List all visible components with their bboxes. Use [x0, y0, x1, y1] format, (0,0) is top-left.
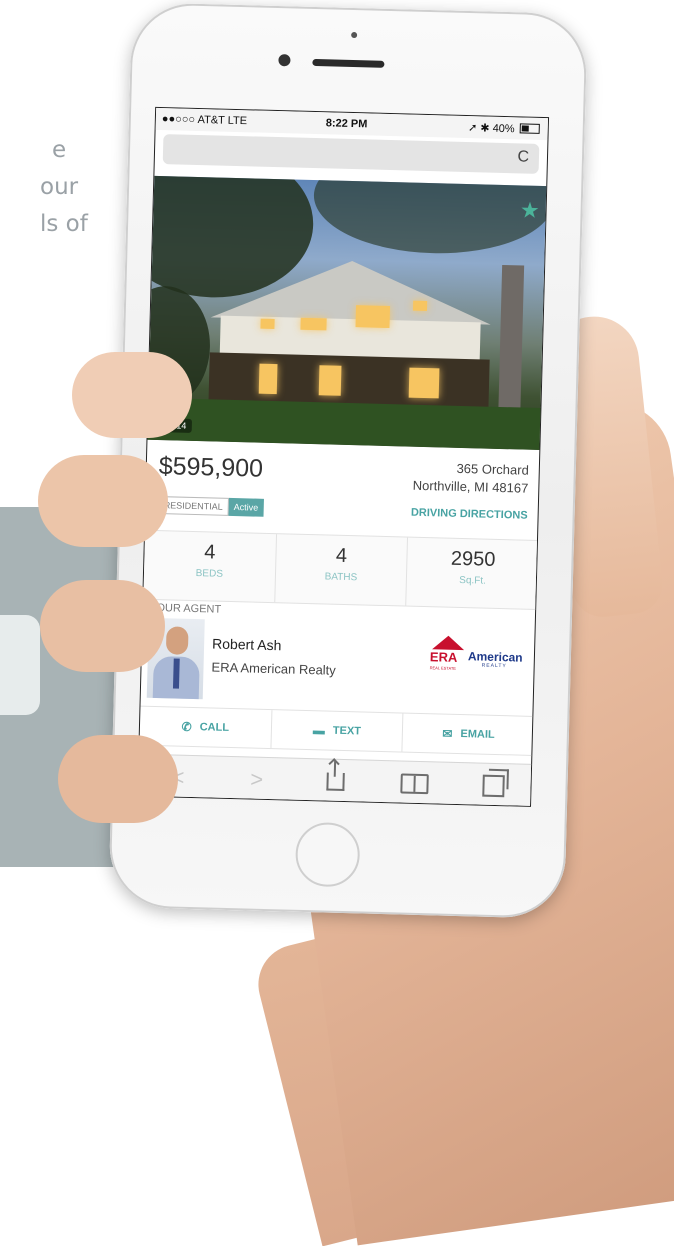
photo-house-roof	[210, 257, 493, 325]
status-icons: ➚ ✱	[467, 122, 490, 135]
avatar-head	[165, 626, 189, 655]
status-badge: Active	[228, 497, 264, 517]
battery-icon	[519, 123, 540, 134]
status-right: ➚ ✱ 40%	[468, 121, 540, 136]
stat-value: 4	[204, 541, 216, 564]
text-button[interactable]: ▬ TEXT	[271, 710, 404, 752]
era-logo-realty: REALTY	[481, 662, 507, 670]
email-button[interactable]: ✉ EMAIL	[403, 714, 535, 755]
phone-icon: ✆	[181, 719, 192, 734]
photo-window	[355, 305, 391, 329]
address-line-2: Northville, MI 48167	[412, 477, 529, 496]
photo-lawn	[147, 397, 543, 451]
photo-porch	[208, 352, 490, 408]
forward-button[interactable]: >	[236, 766, 277, 793]
photo-window	[300, 317, 327, 331]
listing-photo[interactable]: ★ 1 of 14	[147, 175, 549, 451]
home-button[interactable]	[294, 821, 361, 888]
email-label: EMAIL	[460, 728, 495, 741]
earpiece-speaker	[312, 58, 385, 68]
share-button[interactable]	[315, 772, 355, 792]
photo-chimney	[498, 264, 525, 416]
status-time: 8:22 PM	[325, 117, 368, 131]
hand-finger	[58, 735, 178, 823]
favorite-star-icon[interactable]: ★	[520, 197, 540, 224]
reload-icon[interactable]: C	[517, 148, 529, 166]
stat-label: BEDS	[195, 568, 224, 580]
photo-window	[260, 318, 275, 330]
front-camera	[351, 31, 358, 39]
share-icon	[326, 772, 345, 792]
listing-price: $595,900	[158, 452, 264, 483]
era-roof-icon	[432, 635, 465, 651]
photo-window	[258, 363, 278, 395]
photo-window	[412, 300, 428, 312]
iphone-device: ●●○○○ AT&T LTE 8:22 PM ➚ ✱ 40% C ★ $595,…	[108, 2, 588, 919]
photo-tree	[312, 175, 549, 257]
stat-sqft: 2950 Sq.Ft.	[407, 538, 539, 609]
listing-stats: 4 BEDS 4 BATHS 2950 Sq.Ft.	[143, 529, 539, 611]
tabs-icon	[481, 774, 505, 798]
photo-window	[408, 367, 440, 399]
call-label: CALL	[199, 721, 230, 734]
carrier-signal: ●●○○○ AT&T LTE	[161, 113, 248, 128]
background-pill	[0, 615, 40, 715]
battery-percent: 40%	[492, 122, 515, 136]
bookmarks-button[interactable]	[394, 773, 435, 795]
stat-label: BATHS	[324, 571, 358, 584]
text-label: TEXT	[332, 724, 362, 738]
driving-directions-link[interactable]: DRIVING DIRECTIONS	[411, 507, 528, 522]
tabs-button[interactable]	[473, 774, 514, 798]
era-logo-word: ERA	[429, 649, 458, 665]
hand-finger	[38, 455, 168, 547]
hand-finger	[72, 352, 192, 438]
listing-tags: RESIDENTIAL Active	[157, 496, 264, 517]
message-icon: ▬	[312, 723, 326, 738]
listing-address: 365 Orchard Northville, MI 48167	[413, 459, 530, 498]
property-type-badge: RESIDENTIAL	[157, 496, 229, 516]
contact-actions: ✆ CALL ▬ TEXT ✉ EMAIL	[139, 705, 535, 756]
stat-label: Sq.Ft.	[459, 574, 487, 587]
era-logo: ERA REAL ESTATE American REALTY	[430, 635, 529, 674]
proximity-sensor	[278, 54, 291, 67]
stat-value: 2950	[450, 547, 496, 571]
phone-screen: ●●○○○ AT&T LTE 8:22 PM ➚ ✱ 40% C ★ $595,…	[137, 106, 550, 807]
avatar-tie	[172, 658, 180, 689]
agent-name: Robert Ash	[211, 635, 282, 654]
book-icon	[400, 773, 429, 795]
call-button[interactable]: ✆ CALL	[139, 706, 273, 749]
agent-company: ERA American Realty	[211, 659, 336, 678]
stat-value: 4	[335, 544, 348, 568]
browser-toolbar: < >	[138, 753, 534, 807]
envelope-icon: ✉	[442, 726, 453, 741]
hand-finger	[40, 580, 165, 672]
stat-baths: 4 BATHS	[274, 534, 409, 606]
era-logo-sub: REAL ESTATE	[429, 665, 457, 671]
address-bar[interactable]: C	[162, 134, 540, 174]
photo-window	[318, 365, 342, 396]
stat-beds: 4 BEDS	[143, 530, 277, 603]
